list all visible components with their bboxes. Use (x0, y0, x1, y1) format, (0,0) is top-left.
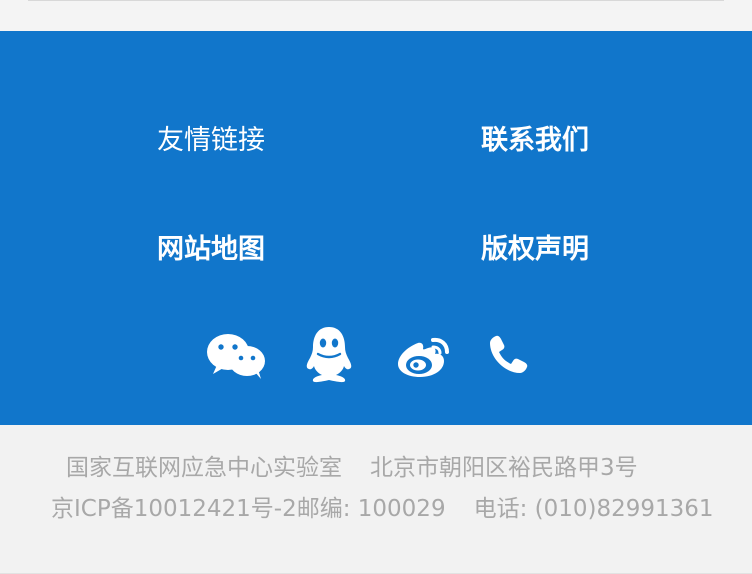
icp-registration: 京ICP备10012421号-2 (51, 496, 297, 522)
wechat-icon[interactable] (205, 331, 267, 381)
sitemap-link[interactable]: 网站地图 (157, 234, 265, 266)
footer-line-registration-contact: 京ICP备10012421号-2邮编: 100029 电话: (010)82991… (51, 495, 714, 523)
page: 友情链接 联系我们 网站地图 版权声明 国家互联网应急中心实验室 北京市朝阳区裕… (0, 0, 752, 574)
contact-us-link[interactable]: 联系我们 (481, 125, 589, 157)
address: 北京市朝阳区裕民路甲3号 (370, 455, 638, 481)
copyright-link[interactable]: 版权声明 (481, 234, 589, 266)
weibo-icon[interactable] (395, 333, 453, 379)
site-footer: 国家互联网应急中心实验室 北京市朝阳区裕民路甲3号 京ICP备10012421号-… (0, 425, 752, 574)
postcode: 邮编: 100029 (296, 496, 446, 522)
phone-icon[interactable] (486, 333, 530, 377)
qq-icon[interactable] (303, 325, 355, 383)
organization-name: 国家互联网应急中心实验室 (66, 455, 342, 481)
top-divider (28, 0, 724, 1)
phone-number: 电话: (010)82991361 (473, 496, 714, 522)
top-strip (0, 0, 752, 31)
footer-line-organization-address: 国家互联网应急中心实验室 北京市朝阳区裕民路甲3号 (66, 454, 638, 482)
friends-link[interactable]: 友情链接 (157, 125, 265, 157)
footer-link-panel: 友情链接 联系我们 网站地图 版权声明 (0, 31, 752, 425)
